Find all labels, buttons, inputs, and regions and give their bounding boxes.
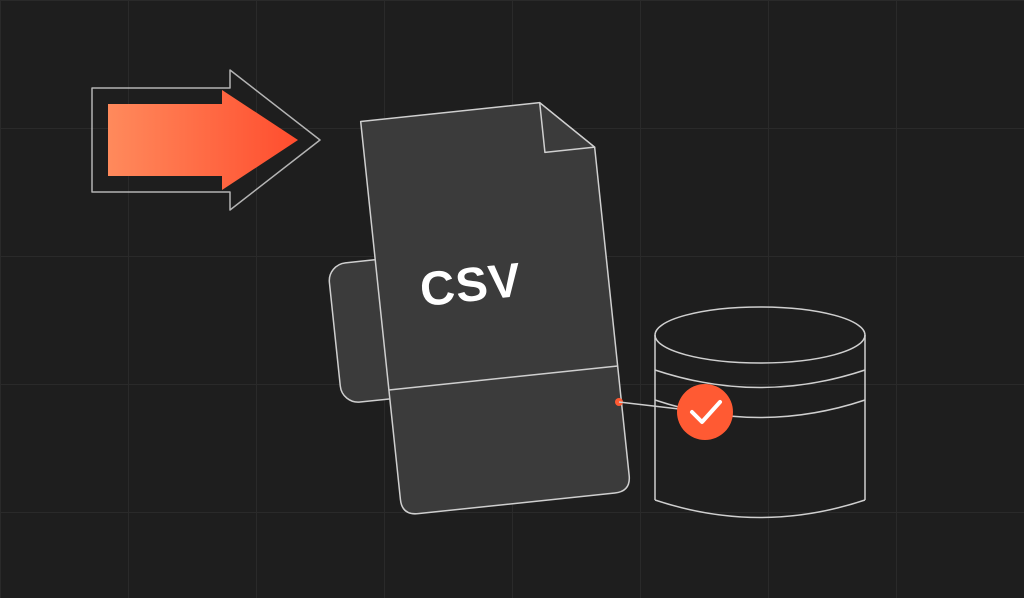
- csv-file-label: CSV: [417, 253, 524, 318]
- right-arrow-icon: [92, 70, 320, 210]
- diagram-canvas: CSV: [0, 0, 1024, 598]
- check-badge-icon: [677, 384, 733, 440]
